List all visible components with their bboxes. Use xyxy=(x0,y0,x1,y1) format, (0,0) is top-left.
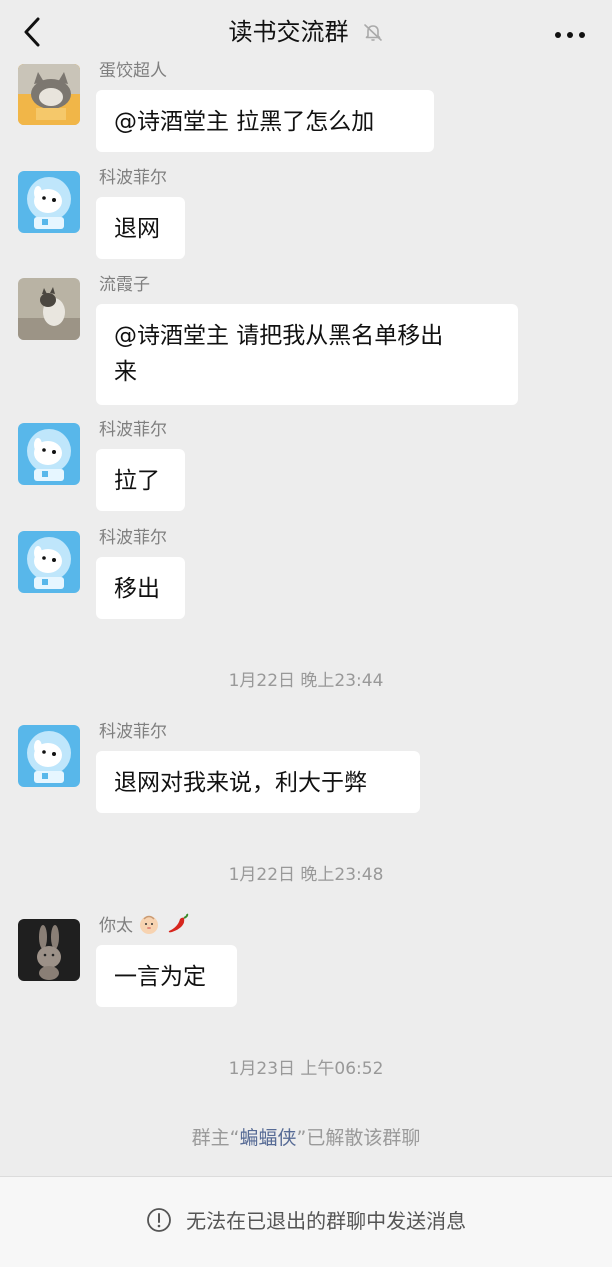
sender-name: 科波菲尔 xyxy=(99,528,167,548)
message-text-line: @诗酒堂主 请把我从黑名单移出 xyxy=(114,323,444,349)
message-bubble[interactable]: 一言为定 xyxy=(96,945,237,1007)
system-message-prefix: 群主“ xyxy=(191,1127,240,1149)
message-bubble[interactable]: 退网对我来说，利大于弊 xyxy=(96,751,420,813)
cat-photo-avatar xyxy=(18,278,80,340)
sender-name: 流霞子 xyxy=(99,275,150,295)
message-bubble[interactable]: @诗酒堂主 请把我从黑名单移出 来 xyxy=(96,304,518,405)
chat-title: 读书交流群 xyxy=(228,18,349,46)
title-area: 读书交流群 xyxy=(0,14,612,50)
sender-name: 科波菲尔 xyxy=(99,420,167,440)
rabbit-avatar xyxy=(18,919,80,981)
disabled-notice: 无法在已退出的群聊中发送消息 xyxy=(0,1205,612,1234)
avatar[interactable] xyxy=(18,531,80,593)
astronaut-dog-avatar xyxy=(18,171,80,233)
message-bubble[interactable]: @诗酒堂主 拉黑了怎么加 xyxy=(96,90,434,152)
timestamp: 1月22日 晚上23:44 xyxy=(228,671,384,691)
input-disabled-bar: 无法在已退出的群聊中发送消息 xyxy=(0,1176,612,1267)
sender-name: 科波菲尔 xyxy=(99,722,167,742)
chat-header: 读书交流群 xyxy=(0,0,612,64)
chili-pepper-emoji xyxy=(168,913,188,933)
bell-off-icon xyxy=(363,24,382,41)
system-message-suffix: ”已解散该群聊 xyxy=(296,1127,421,1149)
avatar[interactable] xyxy=(18,171,80,233)
disabled-notice-text: 无法在已退出的群聊中发送消息 xyxy=(186,1209,467,1233)
avatar[interactable] xyxy=(18,725,80,787)
sender-name: 你太 xyxy=(99,911,190,936)
baby-face-emoji xyxy=(140,915,159,934)
astronaut-dog-avatar xyxy=(18,531,80,593)
avatar[interactable] xyxy=(18,64,80,125)
message-bubble[interactable]: 移出 xyxy=(96,557,185,619)
astronaut-dog-avatar xyxy=(18,423,80,485)
system-message: 群主“蝙蝠侠”已解散该群聊 xyxy=(0,1123,612,1150)
cat-avatar xyxy=(18,64,80,125)
group-owner-link[interactable]: 蝙蝠侠 xyxy=(239,1127,296,1149)
timestamp: 1月23日 上午06:52 xyxy=(228,1059,384,1079)
astronaut-dog-avatar xyxy=(18,725,80,787)
info-circle-icon xyxy=(146,1207,171,1232)
message-bubble[interactable]: 拉了 xyxy=(96,449,185,511)
avatar[interactable] xyxy=(18,919,80,981)
avatar[interactable] xyxy=(18,278,80,340)
sender-name: 科波菲尔 xyxy=(99,168,167,188)
timestamp: 1月22日 晚上23:48 xyxy=(228,865,384,885)
avatar[interactable] xyxy=(18,423,80,485)
sender-name: 蛋饺超人 xyxy=(99,61,167,81)
more-horizontal-icon xyxy=(555,32,585,38)
sender-name-text: 你太 xyxy=(99,916,133,936)
more-button[interactable] xyxy=(552,26,588,38)
message-bubble[interactable]: 退网 xyxy=(96,197,185,259)
message-text-line: 来 xyxy=(114,359,137,385)
